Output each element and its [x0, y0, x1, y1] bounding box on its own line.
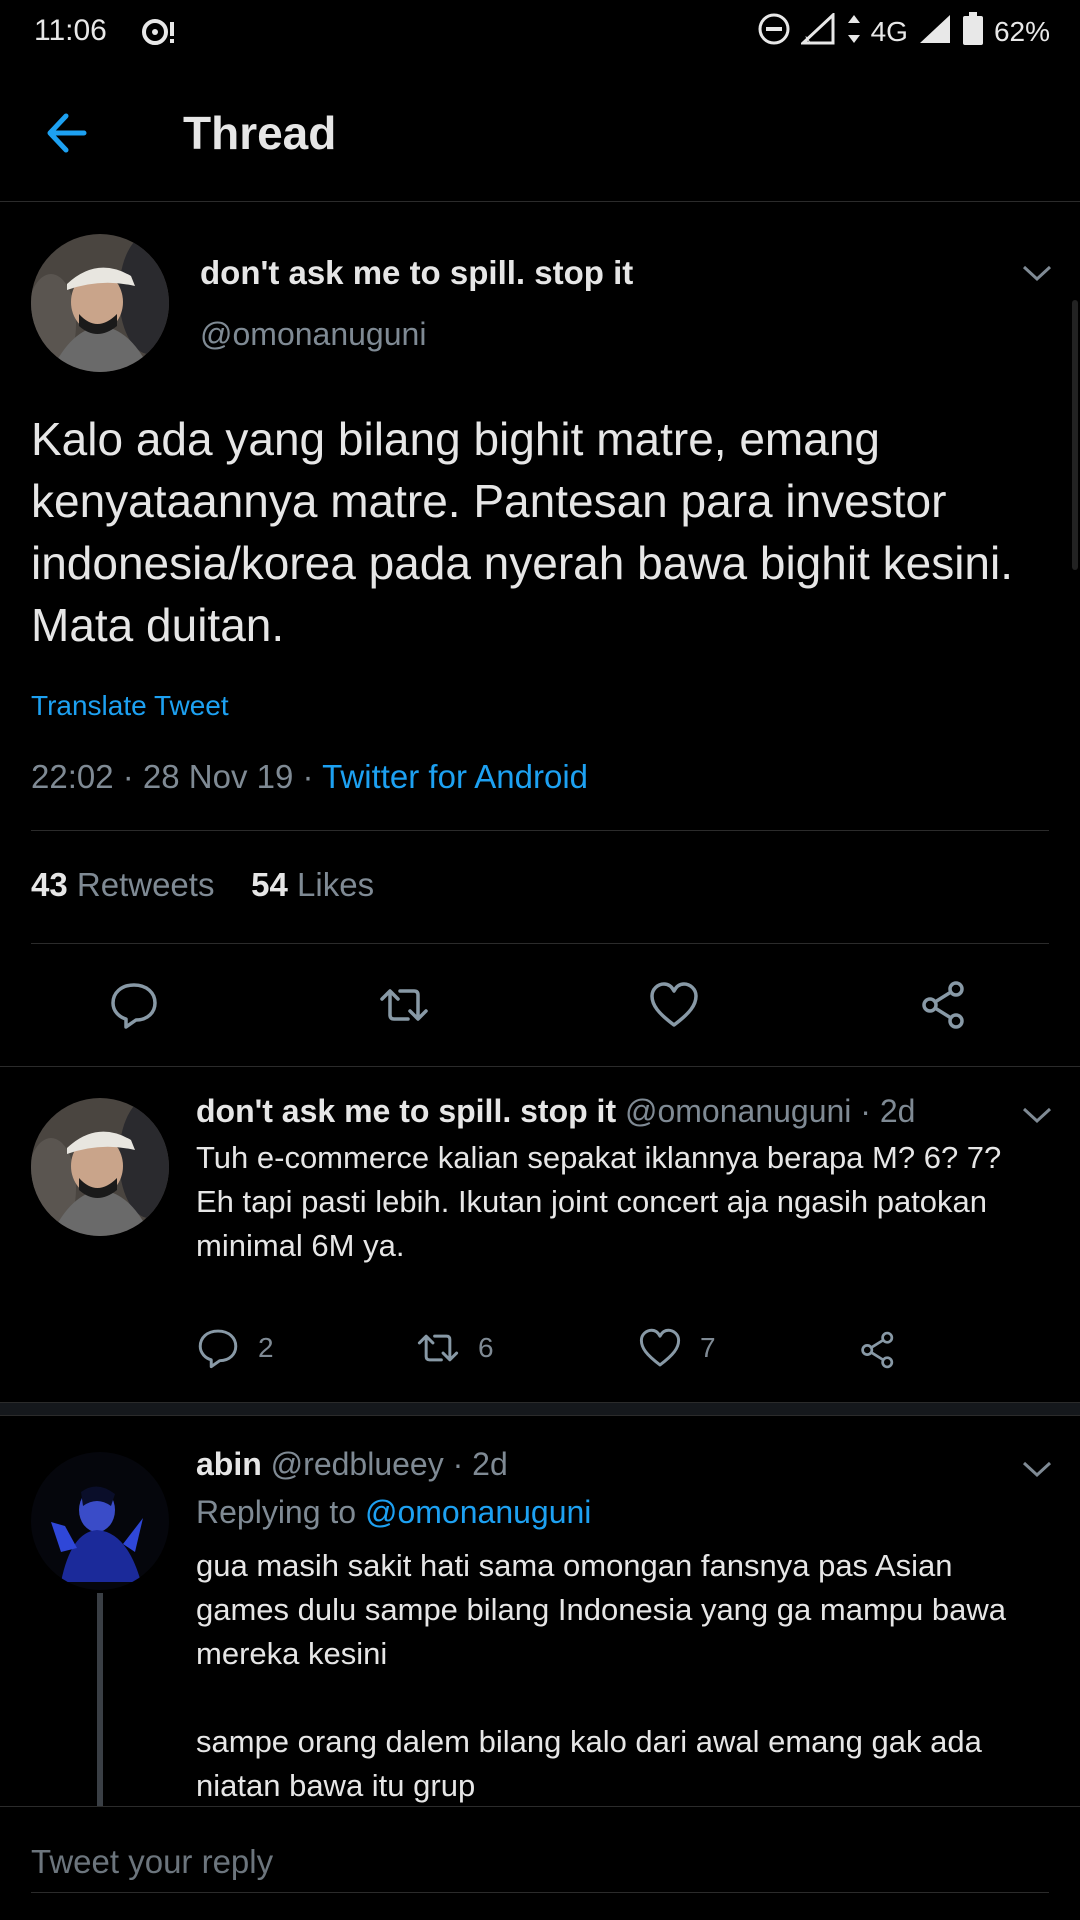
chevron-down-icon[interactable] [1020, 1104, 1054, 1126]
tweet-text: Kalo ada yang bilang bighit matre, emang… [31, 413, 1013, 651]
battery-icon [962, 11, 984, 53]
avatar[interactable] [31, 234, 169, 372]
tweet-meta: 22:02 · 28 Nov 19 · Twitter for Android [31, 758, 588, 796]
battery-percent: 62% [993, 16, 1050, 47]
network-type: 4G [870, 16, 908, 47]
retweet-button[interactable]: 6 [416, 1326, 494, 1370]
do-not-disturb-icon [757, 12, 791, 53]
divider [31, 830, 1049, 831]
author-handle[interactable]: @omonanuguni [200, 316, 426, 353]
retweet-count: 6 [478, 1332, 494, 1363]
tweet-source-link[interactable]: Twitter for Android [322, 758, 588, 795]
reply-header: don't ask me to spill. stop it @omonanug… [196, 1093, 915, 1130]
avatar[interactable] [31, 1452, 169, 1590]
tweet-age: · 2d [452, 1446, 508, 1482]
retweets-count: 43 [31, 866, 68, 903]
tweet-age: · 2d [860, 1093, 916, 1129]
comment-icon [111, 983, 157, 1029]
like-count: 7 [700, 1332, 716, 1363]
scrollbar[interactable] [1072, 300, 1078, 570]
status-icons: x 4G 62% [757, 11, 1050, 53]
thread-connector-line [97, 1593, 103, 1808]
share-button[interactable] [858, 1330, 898, 1370]
thread-header: Thread [0, 64, 1080, 202]
page-title: Thread [183, 107, 337, 159]
share-icon [861, 1331, 894, 1369]
retweet-icon [417, 1334, 459, 1362]
comment-icon [198, 1329, 238, 1369]
svg-text:x: x [805, 32, 811, 45]
likes-count: 54 [251, 866, 288, 903]
tweet-text: sampe orang dalem bilang kalo dari awal … [196, 1724, 982, 1803]
author-handle[interactable]: @redblueey [271, 1446, 444, 1482]
likes-label: Likes [297, 866, 375, 903]
divider [31, 943, 1049, 944]
mention-link[interactable]: @omonanuguni [365, 1494, 591, 1530]
retweet-icon [380, 989, 428, 1021]
separator [0, 1066, 1080, 1067]
tweet-timestamp: 22:02 · 28 Nov 19 · [31, 758, 323, 795]
replying-to: Replying to @omonanuguni [196, 1494, 591, 1531]
signal-icon: x [798, 11, 837, 52]
status-bar: 11:06 x 4G 62% [0, 0, 1080, 64]
author-name[interactable]: don't ask me to spill. stop it [200, 254, 633, 292]
likes-stat[interactable]: 54 Likes [251, 866, 374, 903]
heart-icon [639, 1328, 681, 1367]
reply-header: abin @redblueey · 2d [196, 1446, 508, 1483]
chevron-down-icon[interactable] [1020, 262, 1054, 284]
retweets-stat[interactable]: 43 Retweets [31, 866, 214, 903]
share-button[interactable] [918, 979, 970, 1031]
retweets-label: Retweets [76, 866, 215, 903]
replying-prefix: Replying to [196, 1494, 365, 1530]
heart-icon [650, 982, 698, 1027]
translate-tweet-link[interactable]: Translate Tweet [31, 690, 229, 722]
chevron-down-icon[interactable] [1020, 1458, 1054, 1480]
author-name[interactable]: don't ask me to spill. stop it [196, 1093, 616, 1129]
tweet-text: gua masih sakit hati sama omongan fansny… [196, 1548, 1006, 1671]
reply-count: 2 [258, 1332, 274, 1363]
share-icon [922, 981, 964, 1029]
arrow-left-icon [47, 113, 87, 153]
separator [0, 1402, 1080, 1416]
data-arrows-icon [847, 13, 861, 52]
back-button[interactable] [40, 106, 100, 160]
reply-button[interactable]: 2 [196, 1326, 274, 1370]
author-handle[interactable]: @omonanuguni [625, 1093, 851, 1129]
signal-strength-icon [918, 13, 952, 52]
compose-bar [0, 1806, 1080, 1920]
status-time: 11:06 [34, 14, 107, 47]
reply-button[interactable] [108, 979, 160, 1031]
reply-input[interactable] [31, 1831, 1049, 1893]
tweet-text: Tuh e-commerce kalian sepakat iklannya b… [196, 1140, 1002, 1263]
like-button[interactable] [648, 979, 700, 1031]
like-button[interactable]: 7 [638, 1326, 716, 1370]
author-name[interactable]: abin [196, 1446, 262, 1482]
retweet-button[interactable] [378, 979, 430, 1031]
tweet-stats: 43 Retweets 54 Likes [31, 866, 374, 904]
avatar[interactable] [31, 1098, 169, 1236]
notification-icon [140, 16, 180, 53]
